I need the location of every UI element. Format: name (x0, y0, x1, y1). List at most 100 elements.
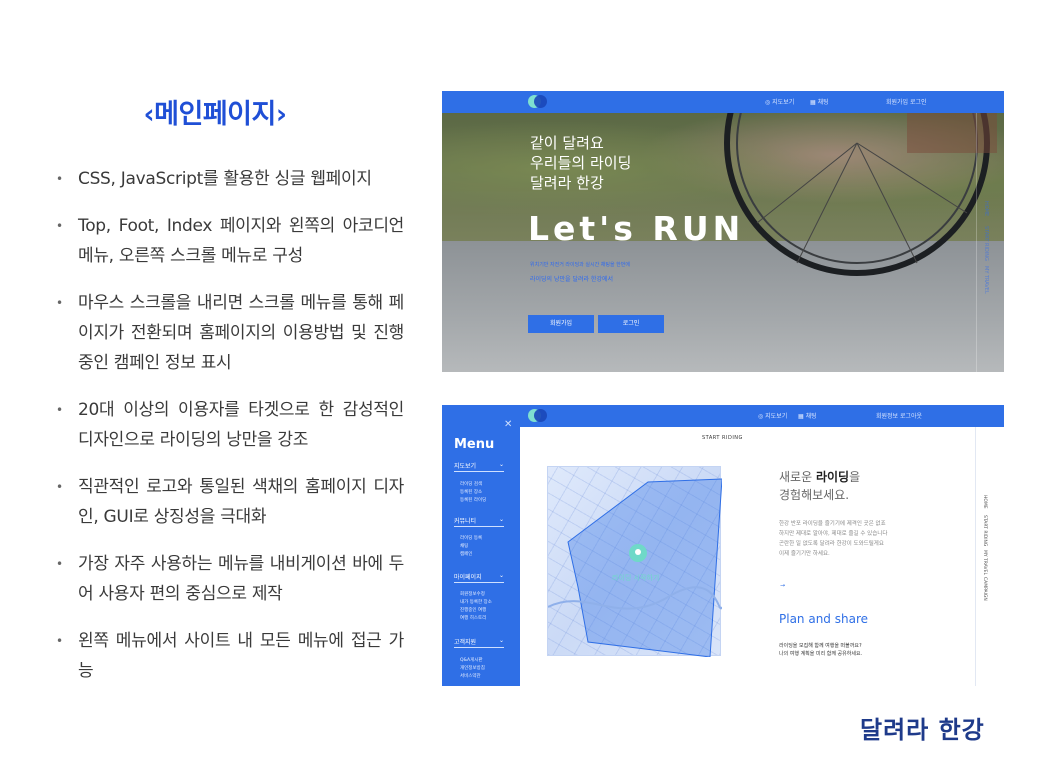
bullet-dot: • (56, 296, 63, 310)
menu-item[interactable]: 캠페인 (460, 551, 472, 557)
hero-line: 같이 달려요 (530, 134, 604, 152)
accordion-menu: ✕ Menu 지도보기 ⌄ 라이딩 검색 등록된 장소 등록된 라이딩 커뮤니티 ⌄… (442, 419, 520, 686)
menu-title: Menu (454, 437, 495, 452)
bullet-item: • CSS, JavaScript를 활용한 싱글 웹페이지 (52, 164, 404, 194)
bullet-text: 20대 이상의 이용자를 타겟으로 한 감성적인 디자인으로 라이딩의 낭만을 … (78, 400, 404, 450)
bullet-dot: • (56, 557, 63, 571)
menu-item[interactable]: 회원정보수정 (460, 591, 485, 597)
top-navbar: ◎ 지도보기 ▦ 채팅 회원정보 로그아웃 (442, 405, 1004, 427)
desc-line: 이제 즐기기만 하세요. (779, 551, 830, 557)
scroll-nav-travel[interactable]: MY TRAVEL (982, 550, 987, 575)
bullet-item: • Top, Foot, Index 페이지와 왼쪽의 아코디언 메뉴, 오른쪽 … (52, 211, 404, 271)
bullet-item: • 직관적인 로고와 통일된 색채의 홈페이지 디자인, GUI로 상징성을 극대… (52, 472, 404, 532)
scroll-nav-start[interactable]: START RIDING (982, 515, 987, 546)
nav-chat[interactable]: ▦ 채팅 (810, 97, 829, 106)
new-ride-heading: 새로운 라이딩을 경험해보세요. (779, 468, 860, 504)
menu-section-label: 고객지원 (454, 639, 477, 646)
bullet-dot: • (56, 403, 63, 417)
menu-item[interactable]: 진행중인 여행 (460, 607, 486, 613)
menu-item[interactable]: 채팅 (460, 543, 468, 549)
bullet-dot: • (56, 480, 63, 494)
menu-section-label: 지도보기 (454, 463, 477, 470)
desc-line: 곤란한 일 없도록 달려라 한강이 도와드릴게요 (779, 541, 884, 547)
plan-description: 라이딩을 모집해 함께 여행을 떠볼까요? (779, 643, 862, 649)
menu-section-map[interactable]: 지도보기 ⌄ (454, 461, 504, 472)
nav-account[interactable]: 회원정보 로그아웃 (876, 411, 922, 420)
ride-description: 한강 반포 라이딩을 즐기기에 제격인 곳은 없죠 하지만 제대로 알아야, 제… (779, 519, 929, 559)
menu-item[interactable]: 등록된 장소 (460, 489, 482, 495)
hero-screenshot: ◎ 지도보기 ▦ 채팅 회원가입 로그인 같이 달려요 우리들의 라이딩 달려라… (442, 91, 1004, 372)
menu-section-label: 커뮤니티 (454, 518, 477, 525)
hero-subtitle: 같이 달려요 우리들의 라이딩 달려라 한강 (530, 133, 631, 193)
bullet-text: 가장 자주 사용하는 메뉴를 내비게이션 바에 두어 사용자 편의 중심으로 제… (78, 554, 404, 604)
arrow-right-icon[interactable]: → (780, 582, 785, 589)
bullet-dot: • (56, 219, 63, 233)
bullet-text: CSS, JavaScript를 활용한 싱글 웹페이지 (78, 169, 372, 189)
plan-description-2: 나의 여행 계획을 미리 함께 공유하세요. (779, 651, 863, 657)
bullet-text: 직관적인 로고와 통일된 색채의 홈페이지 디자인, GUI로 상징성을 극대화 (78, 477, 404, 527)
section-heading: START RIDING (702, 435, 743, 441)
bullet-text: Top, Foot, Index 페이지와 왼쪽의 아코디언 메뉴, 오른쪽 스… (78, 216, 404, 266)
chevron-down-icon: ⌄ (498, 572, 504, 579)
bullet-dot: • (56, 634, 63, 648)
menu-item[interactable]: Q&A게시판 (460, 657, 483, 663)
scroll-divider (975, 427, 976, 686)
location-pin-icon[interactable] (628, 543, 648, 569)
bullet-item: • 왼쪽 메뉴에서 사이트 내 모든 메뉴에 접근 가능 (52, 626, 404, 686)
hero-line: 우리들의 라이딩 (530, 154, 632, 172)
bicycle-wheel-image (724, 113, 997, 276)
hero-description: 위치기반 자전거 라이딩과 실시간 채팅을 한번에 (530, 262, 630, 268)
new-ride-line: 경험해보세요. (779, 488, 850, 502)
chevron-down-icon: ⌄ (498, 516, 504, 523)
bullet-item: • 20대 이상의 이용자를 타겟으로 한 감성적인 디자인으로 라이딩의 낭만을… (52, 395, 404, 455)
scroll-nav-home[interactable]: HOME (982, 495, 987, 509)
menu-section-mypage[interactable]: 마이페이지 ⌄ (454, 572, 504, 583)
hero-line: 달려라 한강 (530, 174, 604, 192)
hero-description-2: 라이딩의 낭만을 달려라 한강에서 (530, 276, 614, 283)
new-ride-line: 새로운 라이딩을 (779, 468, 860, 486)
riding-map[interactable]: 라이딩 시작하기 (547, 466, 722, 657)
scroll-nav-travel[interactable]: MY TRAVEL (983, 266, 989, 294)
desc-line: 한강 반포 라이딩을 즐기기에 제격인 곳은 없죠 (779, 521, 886, 527)
scroll-divider (976, 113, 977, 372)
bullet-text: 마우스 스크롤을 내리면 스크롤 메뉴를 통해 페이지가 전환되며 홈페이지의 … (78, 293, 404, 373)
menu-item[interactable]: 라이딩 등록 (460, 535, 482, 541)
menu-item[interactable]: 등록된 라이딩 (460, 497, 486, 503)
top-navbar: ◎ 지도보기 ▦ 채팅 회원가입 로그인 (442, 91, 1004, 113)
nav-chat[interactable]: ▦ 채팅 (798, 411, 817, 420)
chevron-down-icon: ⌄ (498, 461, 504, 468)
nav-auth[interactable]: 회원가입 로그인 (886, 97, 927, 106)
login-button[interactable]: 로그인 (598, 315, 664, 333)
slide-title: ‹메인페이지› (143, 99, 287, 130)
menu-section-community[interactable]: 커뮤니티 ⌄ (454, 516, 504, 527)
menu-section-label: 마이페이지 (454, 574, 482, 581)
menu-section-support[interactable]: 고객지원 ⌄ (454, 637, 504, 648)
scroll-nav-start[interactable]: START RIDING (983, 226, 989, 261)
map-pin-label[interactable]: 라이딩 시작하기 (612, 573, 659, 583)
menu-item[interactable]: 내가 등록한 장소 (460, 599, 492, 605)
menu-item[interactable]: 서비스약관 (460, 673, 481, 679)
signup-button[interactable]: 회원가입 (528, 315, 594, 333)
menu-screenshot: ◎ 지도보기 ▦ 채팅 회원정보 로그아웃 ✕ Menu 지도보기 ⌄ 라이딩 검… (442, 405, 1004, 686)
close-icon[interactable]: ✕ (504, 419, 512, 430)
nav-map[interactable]: ◎ 지도보기 (765, 97, 794, 106)
menu-item[interactable]: 라이딩 검색 (460, 481, 482, 487)
scroll-nav-home[interactable]: HOME (983, 201, 989, 216)
heading-text: 을 (849, 470, 861, 484)
bullet-text: 왼쪽 메뉴에서 사이트 내 모든 메뉴에 접근 가능 (78, 631, 404, 681)
menu-item[interactable]: 개인정보방침 (460, 665, 485, 671)
nav-map[interactable]: ◎ 지도보기 (758, 411, 787, 420)
site-logo[interactable] (528, 409, 548, 423)
plan-heading: Plan and share (779, 612, 868, 626)
site-logo[interactable] (528, 95, 548, 109)
scroll-nav-campaign[interactable]: CAMPAIGN (982, 577, 987, 601)
hero-title: Let's RUN (528, 209, 745, 248)
bullet-item: • 마우스 스크롤을 내리면 스크롤 메뉴를 통해 페이지가 전환되며 홈페이지의… (52, 288, 404, 378)
chevron-down-icon: ⌄ (498, 637, 504, 644)
desc-line: 하지만 제대로 알아야, 제대로 즐길 수 있습니다 (779, 531, 888, 537)
menu-item[interactable]: 여행 히스토리 (460, 615, 486, 621)
bullet-item: • 가장 자주 사용하는 메뉴를 내비게이션 바에 두어 사용자 편의 중심으로 … (52, 549, 404, 609)
brand-logo: 달려라 한강 (860, 716, 985, 744)
heading-bold: 라이딩 (815, 470, 850, 484)
heading-text: 새로운 (779, 470, 816, 484)
